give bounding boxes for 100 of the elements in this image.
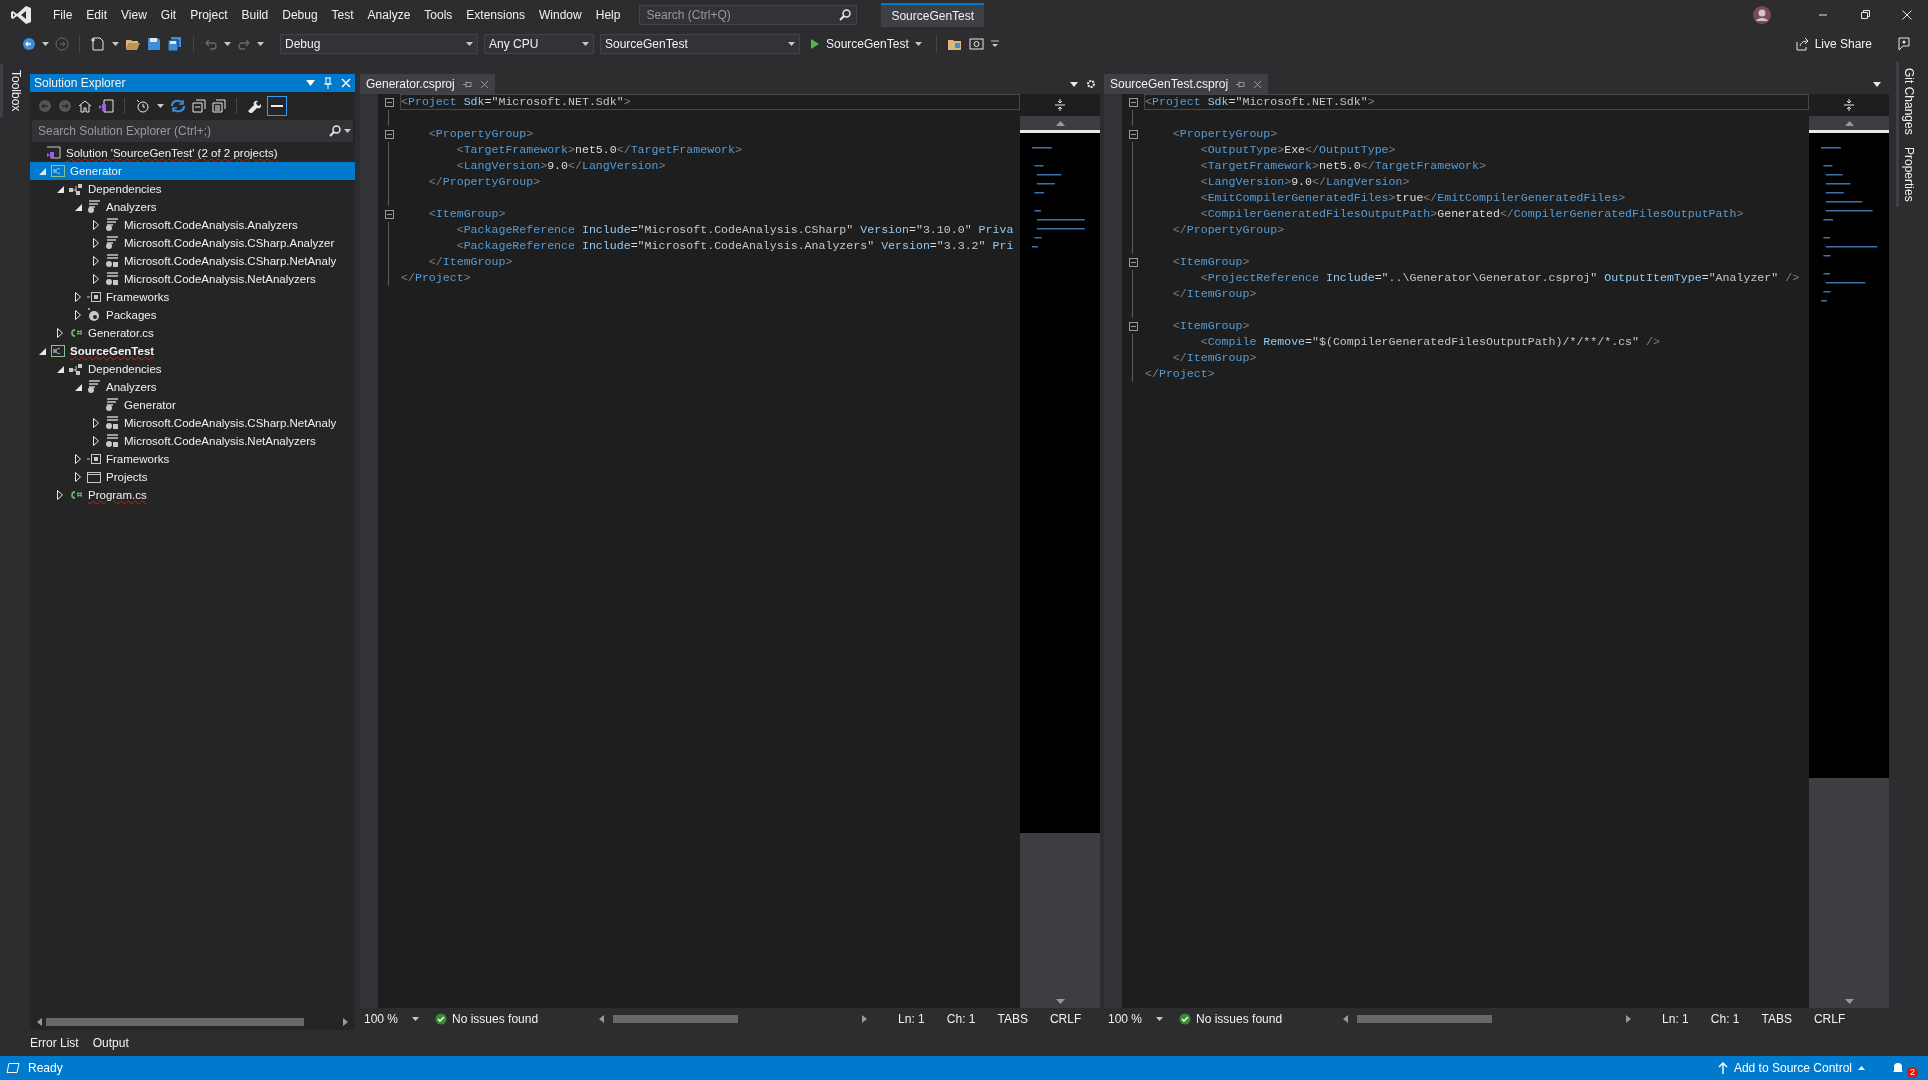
run-button[interactable]: SourceGenTest — [806, 37, 926, 51]
scroll-right-icon[interactable] — [343, 1018, 349, 1026]
search-field[interactable]: Search (Ctrl+Q) — [639, 5, 858, 25]
tree-item[interactable]: Microsoft.CodeAnalysis.CSharp.NetAnaly — [30, 252, 355, 270]
menu-item[interactable]: Edit — [79, 5, 115, 25]
collapsed-arrow-icon[interactable] — [93, 436, 99, 446]
tree-item[interactable]: Microsoft.CodeAnalysis.NetAnalyzers — [30, 432, 355, 450]
save-all-icon[interactable] — [167, 36, 183, 52]
pin-icon[interactable] — [462, 79, 472, 89]
panel-tab[interactable]: Error List — [30, 1033, 79, 1053]
collapse-all-icon[interactable] — [192, 99, 206, 113]
indent-indicator[interactable]: TABS — [1755, 1012, 1798, 1026]
tab-list-icon[interactable] — [1873, 81, 1881, 87]
tree-item[interactable]: Dependencies — [30, 360, 355, 378]
collapse-toggle-icon[interactable] — [384, 129, 394, 139]
switch-views-icon[interactable] — [98, 99, 114, 113]
tree-item[interactable]: Microsoft.CodeAnalysis.CSharp.NetAnaly — [30, 414, 355, 432]
expanded-arrow-icon[interactable] — [56, 185, 64, 193]
new-project-icon[interactable] — [90, 36, 106, 52]
collapse-toggle-icon[interactable] — [384, 209, 394, 219]
search-field[interactable]: Search Solution Explorer (Ctrl+;) — [32, 120, 353, 142]
caret-icon[interactable] — [1156, 1017, 1164, 1021]
issues-status[interactable]: No issues found — [1196, 1012, 1283, 1026]
tree-item[interactable]: Analyzers — [30, 198, 355, 216]
caret-icon[interactable] — [42, 42, 49, 46]
collapse-toggle-icon[interactable] — [1128, 129, 1138, 139]
collapsed-arrow-icon[interactable] — [93, 274, 99, 284]
tab-list-icon[interactable] — [1070, 81, 1078, 87]
collapsed-arrow-icon[interactable] — [75, 292, 81, 302]
bell-icon[interactable] — [1891, 1061, 1905, 1075]
history-icon[interactable] — [135, 99, 151, 113]
pin-icon[interactable] — [1236, 79, 1246, 89]
tree-item[interactable]: SourceGenTest — [30, 342, 355, 360]
tree-item[interactable]: Frameworks — [30, 288, 355, 306]
side-tab[interactable]: Git Changes — [1895, 62, 1919, 141]
editor-tab[interactable]: Generator.csproj — [360, 74, 495, 94]
menu-item[interactable]: Debug — [275, 5, 325, 25]
caret-icon[interactable] — [412, 1017, 420, 1021]
source-control-button[interactable]: Add to Source Control — [1717, 1061, 1865, 1075]
tree-item[interactable]: Frameworks — [30, 450, 355, 468]
save-icon[interactable] — [147, 37, 161, 51]
caret-icon[interactable] — [112, 42, 119, 46]
menu-item[interactable]: View — [114, 5, 154, 25]
menu-item[interactable]: Extensions — [459, 5, 533, 25]
side-tab[interactable]: Properties — [1895, 140, 1919, 208]
side-tab[interactable]: Toolbox — [0, 64, 26, 118]
expanded-arrow-icon[interactable] — [74, 203, 82, 211]
split-icon[interactable] — [1054, 99, 1066, 111]
folder-icon[interactable] — [946, 37, 963, 51]
platform-dropdown[interactable]: Any CPU — [484, 34, 594, 54]
issues-status[interactable]: No issues found — [452, 1012, 539, 1026]
panel-tab[interactable]: Output — [92, 1033, 129, 1053]
search-icon[interactable] — [839, 9, 852, 21]
indent-indicator[interactable]: TABS — [991, 1012, 1034, 1026]
back-icon[interactable] — [22, 37, 36, 51]
tree-item[interactable]: Generator — [30, 396, 355, 414]
editor-tab[interactable]: SourceGenTest.csproj — [1104, 74, 1269, 94]
zoom-dropdown[interactable]: 100 % — [364, 1012, 426, 1026]
wrench-icon[interactable] — [247, 99, 261, 113]
scroll-left-icon[interactable] — [36, 1018, 42, 1026]
menu-item[interactable]: Git — [153, 5, 184, 25]
avatar-icon[interactable] — [1752, 5, 1772, 25]
dropdown-icon[interactable] — [306, 80, 315, 86]
caret-icon[interactable] — [788, 42, 795, 46]
collapsed-arrow-icon[interactable] — [93, 220, 99, 230]
screenshot-icon[interactable] — [968, 37, 985, 51]
configuration-dropdown[interactable]: Debug — [280, 34, 478, 54]
collapsed-arrow-icon[interactable] — [75, 454, 81, 464]
split-icon[interactable] — [1843, 99, 1855, 111]
tree-item[interactable]: Generator.cs — [30, 324, 355, 342]
collapsed-arrow-icon[interactable] — [57, 328, 63, 338]
line-ending-indicator[interactable]: CRLF — [1043, 1012, 1088, 1026]
zoom-dropdown[interactable]: 100 % — [1108, 1012, 1170, 1026]
folder-icon[interactable] — [125, 37, 141, 51]
menu-item[interactable]: Analyze — [360, 5, 418, 25]
tree-item[interactable]: Microsoft.CodeAnalysis.Analyzers — [30, 216, 355, 234]
scroll-down-icon[interactable] — [1055, 998, 1065, 1004]
refresh-icon[interactable] — [170, 99, 186, 113]
scroll-left-icon[interactable] — [598, 1015, 605, 1023]
preview-button[interactable] — [267, 96, 287, 116]
tree-item[interactable]: Solution 'SourceGenTest' (2 of 2 projects) — [30, 144, 355, 162]
live-share-button[interactable]: Live Share — [1794, 37, 1872, 51]
tree-item[interactable]: Microsoft.CodeAnalysis.NetAnalyzers — [30, 270, 355, 288]
tree-item[interactable]: Projects — [30, 468, 355, 486]
collapsed-arrow-icon[interactable] — [75, 472, 81, 482]
show-all-files-icon[interactable] — [212, 99, 226, 113]
collapsed-arrow-icon[interactable] — [75, 310, 81, 320]
menu-item[interactable]: Test — [324, 5, 361, 25]
collapsed-arrow-icon[interactable] — [57, 490, 63, 500]
caret-icon[interactable] — [157, 104, 164, 108]
scroll-up-icon[interactable] — [1844, 120, 1854, 126]
restore-icon[interactable] — [1859, 9, 1871, 21]
menu-item[interactable]: Tools — [417, 5, 460, 25]
overflow-icon[interactable] — [990, 40, 999, 48]
caret-icon[interactable] — [582, 42, 589, 46]
expanded-arrow-icon[interactable] — [74, 383, 82, 391]
tree-item[interactable]: Packages — [30, 306, 355, 324]
line-ending-indicator[interactable]: CRLF — [1807, 1012, 1852, 1026]
settings-icon[interactable] — [1086, 79, 1096, 89]
menu-item[interactable]: File — [46, 5, 80, 25]
